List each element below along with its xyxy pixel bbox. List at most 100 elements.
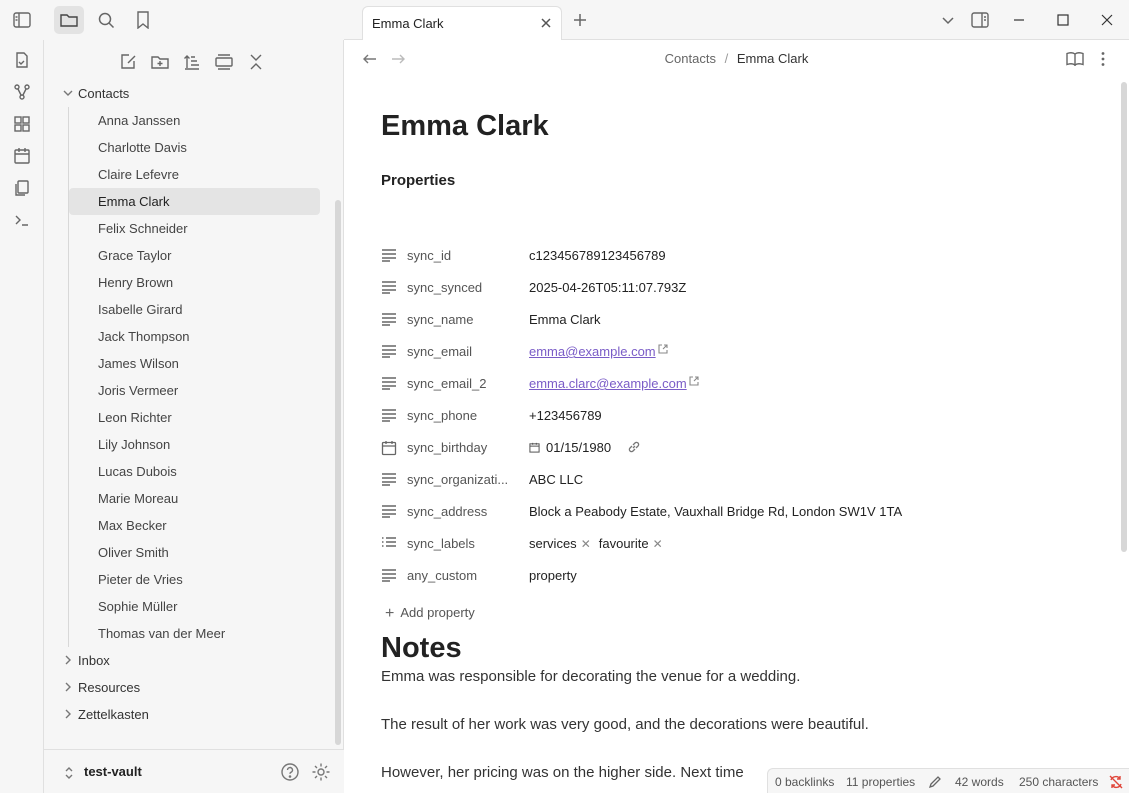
file-item[interactable]: Lucas Dubois [69,458,320,485]
bookmark-icon[interactable] [128,6,158,34]
note-paragraph-2[interactable]: The result of her work was very good, an… [381,716,869,733]
folder-zettelkasten[interactable]: Zettelkasten [56,701,320,728]
file-item[interactable]: Claire Lefevre [69,161,320,188]
email-link[interactable]: emma.clarc@example.com [529,376,687,391]
more-options-icon[interactable] [1094,50,1112,68]
text-icon[interactable] [381,248,399,264]
file-item[interactable]: Henry Brown [69,269,320,296]
sort-order-icon[interactable] [180,50,204,74]
minimize-window-icon[interactable] [1009,10,1029,30]
property-key[interactable]: sync_labels [407,536,517,551]
text-icon[interactable] [381,376,399,392]
property-tags[interactable]: services ✕ favourite ✕ [529,536,671,551]
properties-count[interactable]: 11 properties [846,775,915,789]
backlinks-count[interactable]: 0 backlinks [775,775,834,789]
help-icon[interactable] [280,762,300,782]
text-icon[interactable] [381,504,399,520]
file-item[interactable]: Oliver Smith [69,539,320,566]
collapse-all-icon[interactable] [244,50,268,74]
tab-list-chevron-down-icon[interactable] [938,10,958,30]
close-window-icon[interactable] [1097,10,1117,30]
edit-mode-pencil-icon[interactable] [928,775,942,789]
file-item[interactable]: James Wilson [69,350,320,377]
calendar-icon[interactable] [381,440,399,456]
property-key[interactable]: sync_phone [407,408,517,423]
property-key[interactable]: sync_synced [407,280,517,295]
note-title[interactable]: Emma Clark [381,110,1101,143]
date-picker-calendar-icon[interactable] [529,442,540,453]
file-item[interactable]: Anna Janssen [69,107,320,134]
property-value[interactable]: Emma Clark [529,312,601,327]
templates-icon[interactable] [10,176,34,200]
text-icon[interactable] [381,312,399,328]
file-item[interactable]: Sophie Müller [69,593,320,620]
file-item[interactable]: Lily Johnson [69,431,320,458]
file-item[interactable]: Jack Thompson [69,323,320,350]
maximize-window-icon[interactable] [1053,10,1073,30]
new-folder-icon[interactable] [148,50,172,74]
property-key[interactable]: sync_email [407,344,517,359]
vault-switcher-icon[interactable] [64,766,74,780]
toggle-right-sidebar-icon[interactable] [970,10,990,30]
notes-heading[interactable]: Notes [381,632,462,665]
toggle-sidebar-icon[interactable] [7,6,37,34]
property-value[interactable]: ABC LLC [529,472,583,487]
file-item[interactable]: Thomas van der Meer [69,620,320,647]
property-key[interactable]: sync_name [407,312,517,327]
text-icon[interactable] [381,472,399,488]
reading-view-book-icon[interactable] [1066,50,1084,68]
new-note-icon[interactable] [116,50,140,74]
file-item[interactable]: Max Becker [69,512,320,539]
open-quick-switcher-icon[interactable] [10,48,34,72]
property-value[interactable]: c123456789123456789 [529,248,666,263]
file-item[interactable]: Pieter de Vries [69,566,320,593]
text-icon[interactable] [381,280,399,296]
property-key[interactable]: sync_organizati... [407,472,517,487]
file-item[interactable]: Isabelle Girard [69,296,320,323]
list-icon[interactable] [381,536,399,552]
text-icon[interactable] [381,344,399,360]
property-value-link[interactable]: emma@example.com [529,344,668,359]
folder-contacts[interactable]: Contacts [56,80,320,107]
property-key[interactable]: any_custom [407,568,517,583]
property-key[interactable]: sync_id [407,248,517,263]
breadcrumb-current[interactable]: Emma Clark [737,51,809,66]
daily-note-calendar-icon[interactable] [10,144,34,168]
folder-resources[interactable]: Resources [56,674,320,701]
email-link[interactable]: emma@example.com [529,344,656,359]
file-item[interactable]: Felix Schneider [69,215,320,242]
text-icon[interactable] [381,568,399,584]
note-paragraph-1[interactable]: Emma was responsible for decorating the … [381,668,800,685]
file-item[interactable]: Joris Vermeer [69,377,320,404]
property-key[interactable]: sync_email_2 [407,376,517,391]
tab-emma-clark[interactable]: Emma Clark [362,6,562,40]
command-palette-icon[interactable] [10,208,34,232]
breadcrumb-folder[interactable]: Contacts [665,51,716,66]
sync-status-icon[interactable] [1108,774,1124,790]
link-icon[interactable] [627,440,641,454]
search-icon[interactable] [91,6,121,34]
properties-heading[interactable]: Properties [381,172,455,189]
text-icon[interactable] [381,408,399,424]
sidebar-scrollbar[interactable] [335,200,341,745]
file-item[interactable]: Emma Clark [69,188,320,215]
property-value[interactable]: Block a Peabody Estate, Vauxhall Bridge … [529,504,902,519]
property-value[interactable]: property [529,568,577,583]
tag-pill[interactable]: favourite ✕ [599,536,663,551]
editor-scrollbar[interactable] [1121,82,1127,552]
remove-tag-icon[interactable]: ✕ [581,537,591,551]
file-item[interactable]: Marie Moreau [69,485,320,512]
property-value[interactable]: 2025-04-26T05:11:07.793Z [529,280,686,295]
add-property-button[interactable]: + Add property [385,605,475,623]
note-paragraph-3[interactable]: However, her pricing was on the higher s… [381,764,744,781]
property-value-link[interactable]: emma.clarc@example.com [529,376,699,391]
vault-name[interactable]: test-vault [84,764,142,779]
graph-view-icon[interactable] [10,80,34,104]
tag-pill[interactable]: services ✕ [529,536,591,551]
property-value[interactable]: +123456789 [529,408,602,423]
settings-gear-icon[interactable] [311,762,331,782]
property-value-date[interactable]: 01/15/1980 [529,440,641,455]
folder-inbox[interactable]: Inbox [56,647,320,674]
date-value[interactable]: 01/15/1980 [546,440,611,455]
close-tab-icon[interactable] [539,16,553,30]
